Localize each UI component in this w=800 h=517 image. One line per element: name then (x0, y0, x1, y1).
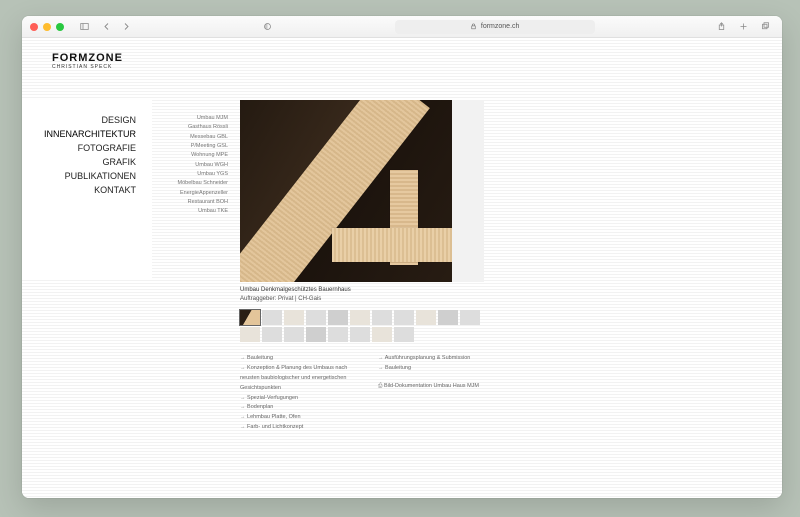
window-controls (30, 23, 64, 31)
thumbnail[interactable] (372, 327, 392, 342)
detail-item: Farb- und Lichtkonzept (240, 423, 362, 433)
thumbnail[interactable] (240, 310, 260, 325)
thumbnail[interactable] (328, 327, 348, 342)
minimize-window-button[interactable] (43, 23, 51, 31)
reader-button[interactable] (259, 20, 275, 34)
new-tab-button[interactable] (736, 20, 752, 34)
sub-nav-item[interactable]: Umbau YGS (152, 170, 232, 179)
pdf-link[interactable]: Bild-Dokumentation Umbau Haus MJM (378, 382, 500, 392)
sub-nav-item[interactable]: Gasthaus Rössli (152, 123, 232, 132)
sub-nav-item[interactable]: Umbau TKE (152, 207, 232, 216)
thumbnail-strip (240, 310, 500, 342)
share-button[interactable] (714, 20, 730, 34)
close-window-button[interactable] (30, 23, 38, 31)
site-header: FORMZONE CHRISTIAN SPECK (52, 46, 123, 76)
detail-item: Lehmbau Platte, Ofen (240, 413, 362, 423)
main-nav-item[interactable]: INNENARCHITEKTUR (22, 128, 142, 142)
sub-nav: Umbau MJMGasthaus RössliMessebau GBLP/Me… (152, 114, 232, 217)
detail-item: Konzeption & Planung des Umbaus nach neu… (240, 364, 362, 394)
thumbnail[interactable] (284, 310, 304, 325)
main-nav: DESIGNINNENARCHITEKTURFOTOGRAFIEGRAFIKPU… (22, 114, 142, 198)
thumbnail[interactable] (262, 310, 282, 325)
sub-nav-item[interactable]: Wohnung MPE (152, 151, 232, 160)
thumbnail[interactable] (460, 310, 480, 325)
thumbnail[interactable] (350, 327, 370, 342)
thumbnail[interactable] (350, 310, 370, 325)
sub-nav-item[interactable]: Messebau GBL (152, 133, 232, 142)
main-nav-item[interactable]: DESIGN (22, 114, 142, 128)
url-text: formzone.ch (481, 23, 520, 30)
thumbnail[interactable] (306, 327, 326, 342)
detail-item: Bauleitung (240, 354, 362, 364)
sub-nav-item[interactable]: Möbelbau Schneider (152, 179, 232, 188)
detail-item: Spezial-Verfugungen (240, 394, 362, 404)
main-nav-item[interactable]: GRAFIK (22, 156, 142, 170)
details-col-left: BauleitungKonzeption & Planung des Umbau… (240, 354, 362, 433)
browser-chrome: formzone.ch (22, 16, 782, 38)
tabs-button[interactable] (758, 20, 774, 34)
sidebar-toggle-button[interactable] (76, 20, 92, 34)
main-nav-item[interactable]: PUBLIKATIONEN (22, 170, 142, 184)
lock-icon (470, 23, 477, 30)
main-nav-item[interactable]: KONTAKT (22, 184, 142, 198)
details-col-right: Ausführungsplanung & SubmissionBauleitun… (378, 354, 500, 433)
detail-item: Ausführungsplanung & Submission (378, 354, 500, 364)
thumbnail[interactable] (306, 310, 326, 325)
thumbnail[interactable] (328, 310, 348, 325)
main-nav-item[interactable]: FOTOGRAFIE (22, 142, 142, 156)
sub-nav-item[interactable]: Restaurant BOH (152, 198, 232, 207)
thumbnail[interactable] (394, 310, 414, 325)
detail-item: Bodenplan (240, 403, 362, 413)
hero-image[interactable] (240, 100, 484, 282)
detail-item: Bauleitung (378, 364, 500, 374)
project-details: BauleitungKonzeption & Planung des Umbau… (240, 354, 500, 433)
thumbnail[interactable] (240, 327, 260, 342)
thumbnail[interactable] (372, 310, 392, 325)
image-caption: Umbau Denkmalgeschütztes Bauernhaus Auft… (240, 286, 500, 304)
forward-button[interactable] (118, 20, 134, 34)
thumbnail[interactable] (262, 327, 282, 342)
sub-nav-item[interactable]: Umbau MJM (152, 114, 232, 123)
sub-nav-item[interactable]: EnergieAppenzeller (152, 189, 232, 198)
url-bar[interactable]: formzone.ch (395, 20, 595, 34)
zoom-window-button[interactable] (56, 23, 64, 31)
caption-title: Umbau Denkmalgeschütztes Bauernhaus (240, 286, 500, 295)
thumbnail[interactable] (394, 327, 414, 342)
page-content: FORMZONE CHRISTIAN SPECK DESIGNINNENARCH… (22, 38, 782, 498)
sub-nav-item[interactable]: Umbau WGH (152, 161, 232, 170)
thumbnail[interactable] (284, 327, 304, 342)
caption-client: Auftraggeber: Privat | CH-Gais (240, 295, 500, 304)
thumbnail[interactable] (416, 310, 436, 325)
browser-window: formzone.ch FORMZONE CHRISTIAN SPECK DES… (22, 16, 782, 498)
logo-subtitle: CHRISTIAN SPECK (52, 64, 123, 70)
back-button[interactable] (98, 20, 114, 34)
sub-nav-item[interactable]: P/Meeting GSL (152, 142, 232, 151)
logo[interactable]: FORMZONE (52, 52, 123, 64)
thumbnail[interactable] (438, 310, 458, 325)
